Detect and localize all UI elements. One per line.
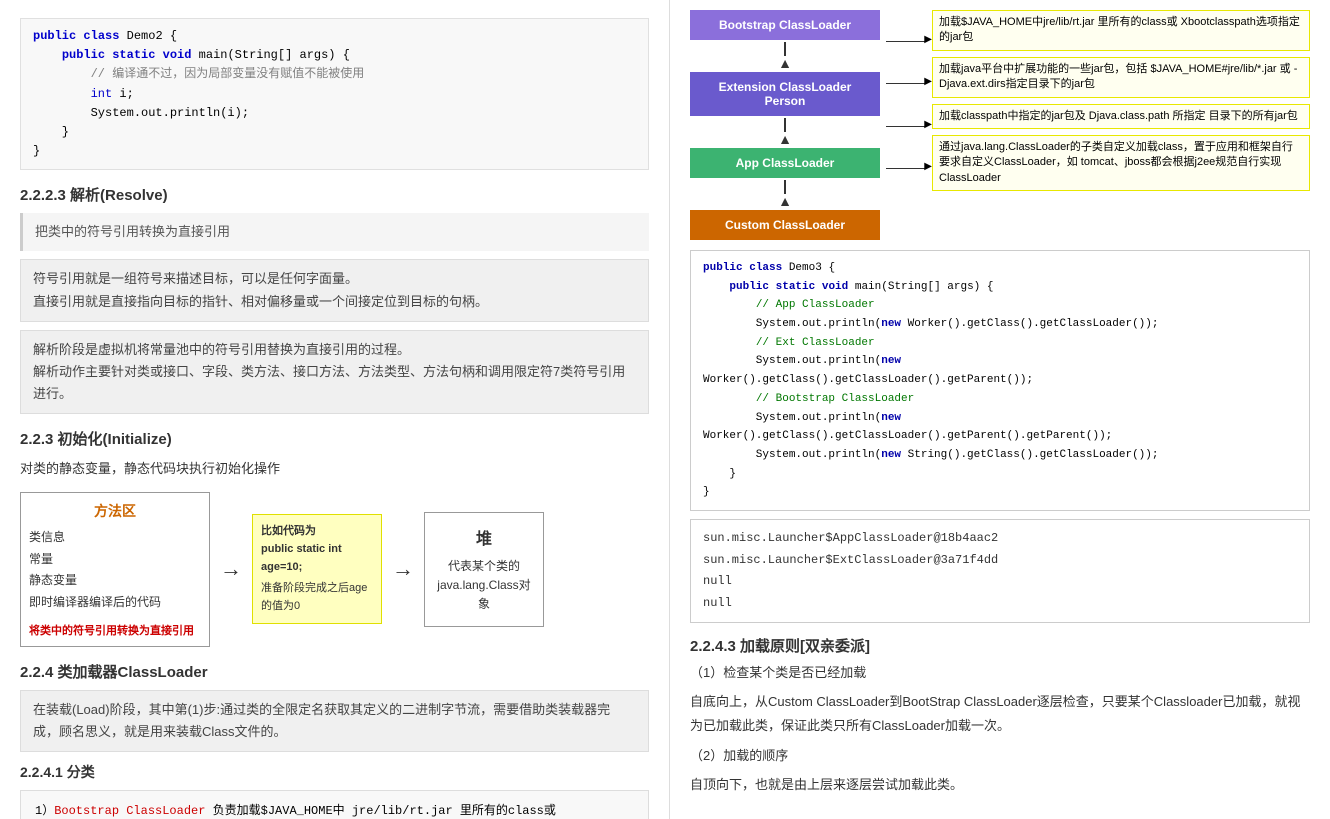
- init-diagram: 方法区 类信息 常量 静态变量 即时编译器编译后的代码 将类中的符号引用转换为直…: [20, 492, 649, 646]
- arrow-to-desc-4: ▶: [886, 168, 926, 169]
- init-title: 2.2.3 初始化(Initialize): [20, 428, 649, 449]
- desc-extension: 加载java平台中扩展功能的一些jar包，包括 $JAVA_HOME#jre/l…: [932, 57, 1310, 98]
- yellow-code: public static int age=10;: [261, 541, 373, 576]
- resolve-desc-box: 把类中的符号引用转换为直接引用: [20, 213, 649, 251]
- order-title: （2）加载的顺序: [690, 745, 1310, 767]
- up-arrow-3: ▲: [778, 180, 792, 208]
- right-panel: Bootstrap ClassLoader ▲ Extension ClassL…: [670, 0, 1330, 819]
- item-classinfo: 类信息: [29, 527, 201, 549]
- output-line-2: sun.misc.Launcher$ExtClassLoader@3a71f4d…: [703, 550, 1297, 572]
- yellow-note: 准备阶段完成之后age的值为0: [261, 580, 373, 615]
- resolve-highlight: 将类中的符号引用转换为直接引用: [29, 622, 201, 638]
- resolve-gray-1: 解析阶段是虚拟机将常量池中的符号引用替换为直接引用的过程。: [33, 339, 636, 361]
- classify-list-box: 1）Bootstrap ClassLoader 负责加载$JAVA_HOME中 …: [20, 790, 649, 819]
- top-code-block: public class Demo2 { public static void …: [20, 18, 649, 170]
- init-desc: 对类的静态变量，静态代码块执行初始化操作: [20, 457, 649, 480]
- cl-box-bootstrap: Bootstrap ClassLoader: [690, 10, 880, 40]
- output-block: sun.misc.Launcher$AppClassLoader@18b4aac…: [690, 519, 1310, 623]
- arrow-yellow-to-heap: →: [392, 556, 414, 582]
- classloader-desc-box: 在装载(Load)阶段，其中第(1)步:通过类的全限定名获取其定义的二进制字节流…: [20, 690, 649, 752]
- resolve-bq-1: 符号引用就是一组符号来描述目标，可以是任何字面量。: [33, 268, 636, 290]
- arrow-to-desc-1: ▶: [886, 41, 926, 42]
- resolve-gray-2: 解析动作主要针对类或接口、字段、类方法、接口方法、方法类型、方法句柄和调用限定符…: [33, 361, 636, 405]
- check-title: （1）检查某个类是否已经加载: [690, 662, 1310, 684]
- output-line-3: null: [703, 571, 1297, 593]
- classloader-desc: 在装载(Load)阶段，其中第(1)步:通过类的全限定名获取其定义的二进制字节流…: [33, 702, 610, 739]
- up-arrow-2: ▲: [778, 118, 792, 146]
- heap-box: 堆 代表某个类的java.lang.Class对象: [424, 512, 544, 628]
- cl-box-app: App ClassLoader: [690, 148, 880, 178]
- resolve-blockquote: 符号引用就是一组符号来描述目标，可以是任何字面量。 直接引用就是直接指向目标的指…: [20, 259, 649, 321]
- item-constant: 常量: [29, 549, 201, 571]
- cl-descriptions: 加载$JAVA_HOME中jre/lib/rt.jar 里所有的class或 X…: [932, 10, 1310, 240]
- check-desc: 自底向上，从Custom ClassLoader到BootStrap Class…: [690, 690, 1310, 737]
- item-static-var: 静态变量: [29, 570, 201, 592]
- output-line-1: sun.misc.Launcher$AppClassLoader@18b4aac…: [703, 528, 1297, 550]
- heap-title: 堆: [433, 525, 535, 549]
- order-desc: 自顶向下，也就是由上层来逐层尝试加载此类。: [690, 773, 1310, 796]
- desc-custom: 通过java.lang.ClassLoader的子类自定义加载class，置于应…: [932, 135, 1310, 191]
- output-line-4: null: [703, 593, 1297, 615]
- up-arrow-1: ▲: [778, 42, 792, 70]
- demo3-code-block: public class Demo3 { public static void …: [690, 250, 1310, 511]
- arrow-to-desc-2: ▶: [886, 83, 926, 84]
- cl-box-custom: Custom ClassLoader: [690, 210, 880, 240]
- method-area-title: 方法区: [29, 501, 201, 521]
- cl-box-extension: Extension ClassLoader Person: [690, 72, 880, 116]
- item-jit: 即时编译器编译后的代码: [29, 592, 201, 614]
- method-area-box: 方法区 类信息 常量 静态变量 即时编译器编译后的代码 将类中的符号引用转换为直…: [20, 492, 210, 646]
- yellow-box: 比如代码为 public static int age=10; 准备阶段完成之后…: [252, 514, 382, 624]
- left-panel: public class Demo2 { public static void …: [0, 0, 670, 819]
- resolve-gray-box: 解析阶段是虚拟机将常量池中的符号引用替换为直接引用的过程。 解析动作主要针对类或…: [20, 330, 649, 414]
- classify-item-1: 1）Bootstrap ClassLoader 负责加载$JAVA_HOME中 …: [35, 801, 634, 819]
- desc-app: 加载classpath中指定的jar包及 Djava.class.path 所指…: [932, 104, 1310, 129]
- yellow-title: 比如代码为: [261, 523, 373, 541]
- resolve-bq-2: 直接引用就是直接指向目标的指针、相对偏移量或一个间接定位到目标的句柄。: [33, 291, 636, 313]
- heap-content: 代表某个类的java.lang.Class对象: [433, 557, 535, 615]
- resolve-desc: 把类中的符号引用转换为直接引用: [35, 224, 230, 239]
- classloader-diagram: Bootstrap ClassLoader ▲ Extension ClassL…: [690, 10, 1310, 240]
- desc-bootstrap: 加载$JAVA_HOME中jre/lib/rt.jar 里所有的class或 X…: [932, 10, 1310, 51]
- classloader-title: 2.2.4 类加载器ClassLoader: [20, 661, 649, 682]
- method-area-items: 类信息 常量 静态变量 即时编译器编译后的代码: [29, 527, 201, 613]
- resolve-title: 2.2.2.3 解析(Resolve): [20, 184, 649, 205]
- principle-title: 2.2.4.3 加载原则[双亲委派]: [690, 635, 1310, 656]
- arrow-method-to-yellow: →: [220, 556, 242, 582]
- arrow-to-desc-3: ▶: [886, 126, 926, 127]
- classify-title: 2.2.4.1 分类: [20, 762, 649, 782]
